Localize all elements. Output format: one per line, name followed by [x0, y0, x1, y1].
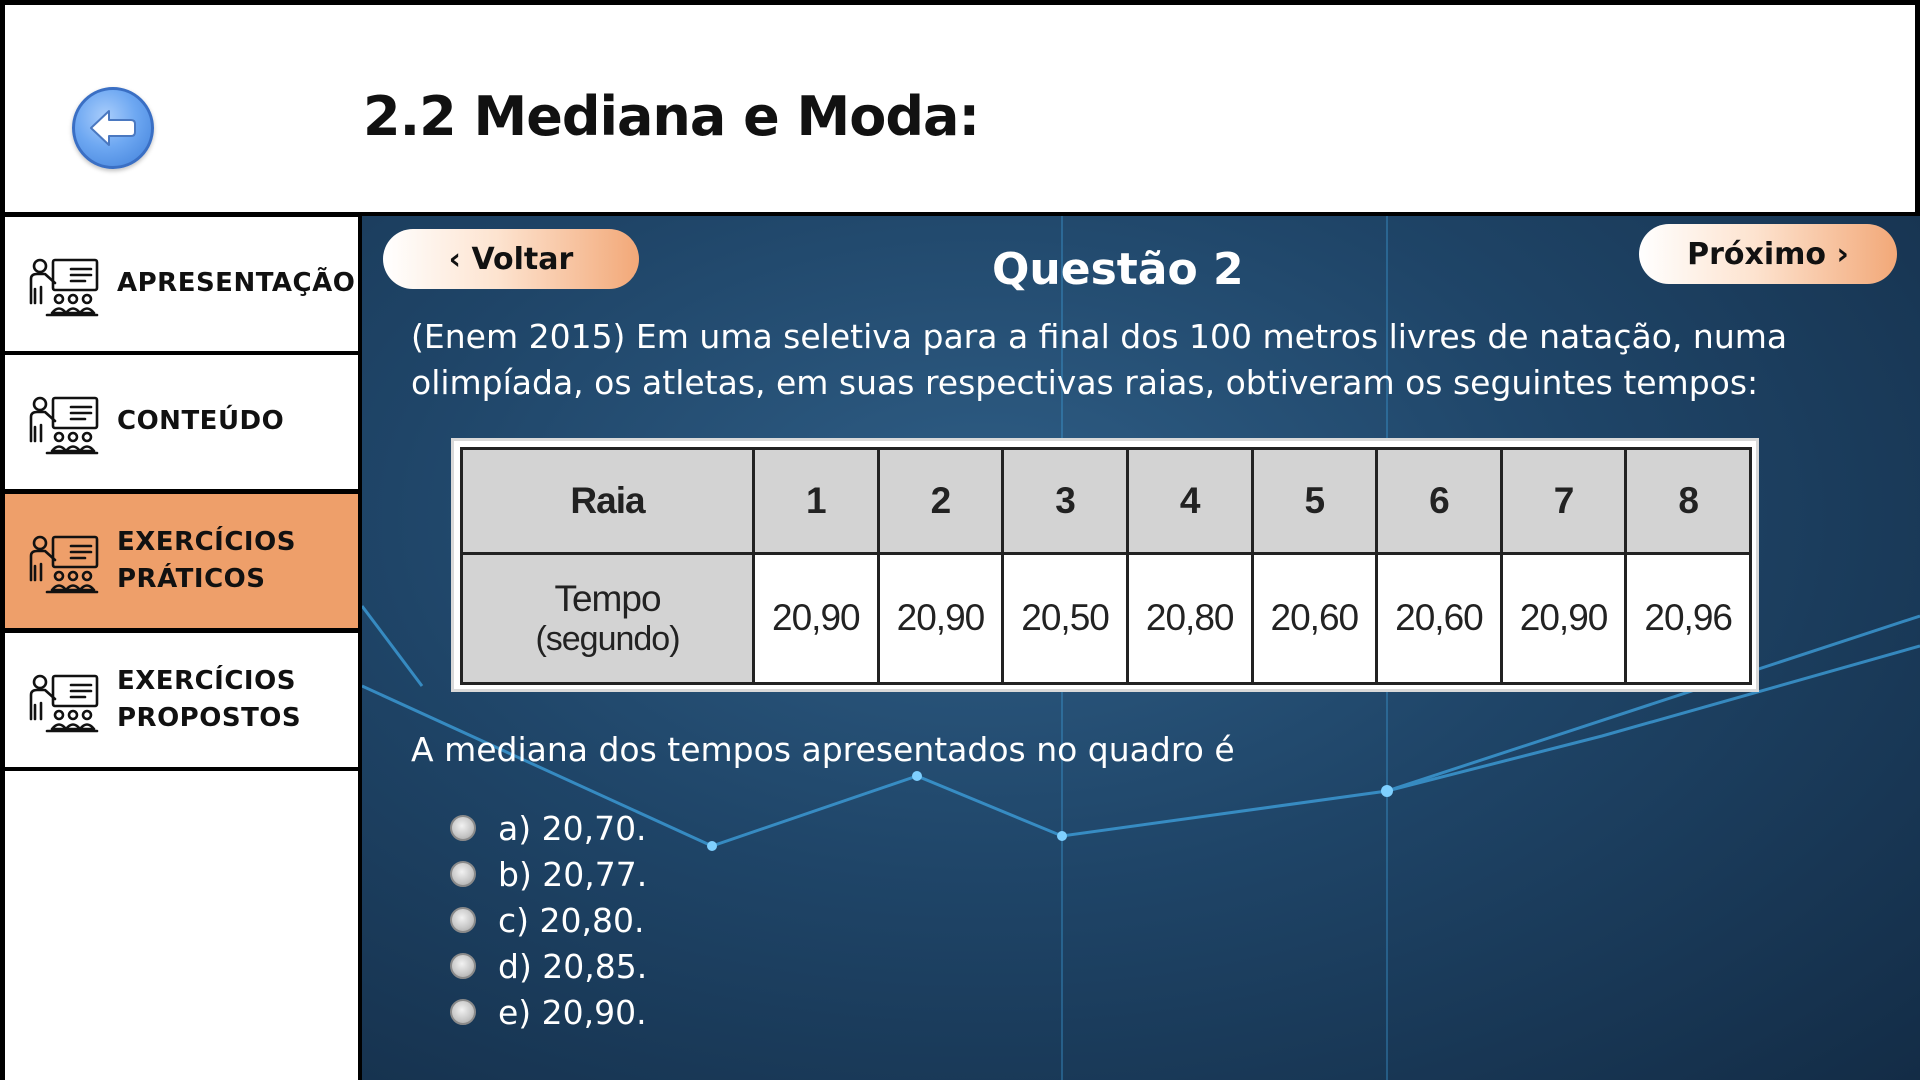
teacher-presentation-icon	[29, 396, 99, 455]
radio-button[interactable]	[450, 953, 476, 979]
time-cell: 20,50	[1001, 551, 1129, 686]
sidebar-item-exercicios-propostos[interactable]: EXERCÍCIOS PROPOSTOS	[5, 633, 358, 767]
sidebar-item-label: CONTEÚDO	[117, 406, 285, 436]
sidebar-empty-panel	[5, 771, 358, 1080]
time-cell: 20,96	[1624, 551, 1752, 686]
lane-cell: 5	[1250, 447, 1379, 555]
answer-option-a[interactable]: a) 20,70.	[450, 806, 647, 850]
sidebar-item-apresentacao[interactable]: APRESENTAÇÃO	[5, 217, 358, 351]
previous-button[interactable]: ‹ Voltar	[383, 229, 639, 289]
option-label: e) 20,90.	[498, 992, 647, 1032]
time-cell: 20,90	[752, 551, 880, 686]
app-frame: 2.2 Mediana e Moda: APRESENTAÇÃO CONTEÚD…	[0, 0, 1920, 1080]
page-title: 2.2 Mediana e Moda:	[363, 85, 980, 148]
answer-option-e[interactable]: e) 20,90.	[450, 990, 647, 1034]
arrow-left-icon	[90, 110, 136, 146]
sidebar: APRESENTAÇÃO CONTEÚDO EXERCÍCIOS PRÁTICO…	[0, 212, 362, 1080]
time-cell: 20,80	[1125, 551, 1254, 686]
teacher-presentation-icon	[29, 535, 99, 594]
time-cell: 20,90	[1499, 551, 1628, 686]
teacher-presentation-icon	[29, 674, 99, 733]
times-table-image: Raia 1 2 3 4 5 6 7 8 Tempo (segundo) 20,…	[451, 438, 1759, 692]
sidebar-item-label: APRESENTAÇÃO	[117, 268, 356, 298]
answer-option-b[interactable]: b) 20,77.	[450, 852, 647, 896]
lane-cell: 7	[1499, 447, 1628, 555]
lane-cell: 3	[1001, 447, 1129, 555]
question-panel: ‹ Voltar Próximo › Questão 2 (Enem 2015)…	[362, 216, 1920, 1080]
back-button[interactable]	[72, 87, 154, 169]
lane-cell: 1	[752, 447, 880, 555]
table-header-row: Raia 1 2 3 4 5 6 7 8	[460, 447, 1752, 555]
answer-option-d[interactable]: d) 20,85.	[450, 944, 647, 988]
lane-cell: 8	[1624, 447, 1752, 555]
answer-option-c[interactable]: c) 20,80.	[450, 898, 644, 942]
table-header-cell: Raia	[460, 447, 755, 555]
question-prompt: A mediana dos tempos apresentados no qua…	[411, 730, 1235, 769]
question-title: Questão 2	[992, 244, 1244, 295]
sidebar-item-label-line2: PROPOSTOS	[117, 703, 302, 733]
sidebar-item-exercicios-praticos[interactable]: EXERCÍCIOS PRÁTICOS	[5, 494, 358, 628]
option-label: a) 20,70.	[498, 808, 647, 848]
row-label: Tempo	[554, 577, 661, 619]
radio-button[interactable]	[450, 815, 476, 841]
radio-button[interactable]	[450, 861, 476, 887]
sidebar-item-label-line2: PRÁTICOS	[117, 564, 266, 594]
row-sublabel: (segundo)	[535, 619, 680, 658]
option-label: d) 20,85.	[498, 946, 648, 986]
teacher-presentation-icon	[29, 258, 99, 317]
time-cell: 20,60	[1375, 551, 1503, 686]
lane-cell: 4	[1125, 447, 1254, 555]
sidebar-item-conteudo[interactable]: CONTEÚDO	[5, 355, 358, 489]
header: 2.2 Mediana e Moda:	[5, 5, 1915, 212]
time-cell: 20,90	[876, 551, 1005, 686]
radio-button[interactable]	[450, 999, 476, 1025]
table-row-header: Tempo (segundo)	[460, 551, 755, 686]
question-text: (Enem 2015) Em uma seletiva para a final…	[411, 317, 1788, 402]
lane-cell: 2	[876, 447, 1005, 555]
table-row: Tempo (segundo) 20,90 20,90 20,50 20,80 …	[460, 551, 1752, 686]
sidebar-item-label-line1: EXERCÍCIOS	[117, 666, 296, 696]
lane-cell: 6	[1375, 447, 1503, 555]
sidebar-item-label-line1: EXERCÍCIOS	[117, 527, 296, 557]
radio-button[interactable]	[450, 907, 476, 933]
next-button[interactable]: Próximo ›	[1639, 224, 1897, 284]
option-label: c) 20,80.	[498, 900, 645, 940]
time-cell: 20,60	[1250, 551, 1379, 686]
option-label: b) 20,77.	[498, 854, 648, 894]
times-table: Raia 1 2 3 4 5 6 7 8 Tempo (segundo) 20,…	[460, 447, 1752, 686]
